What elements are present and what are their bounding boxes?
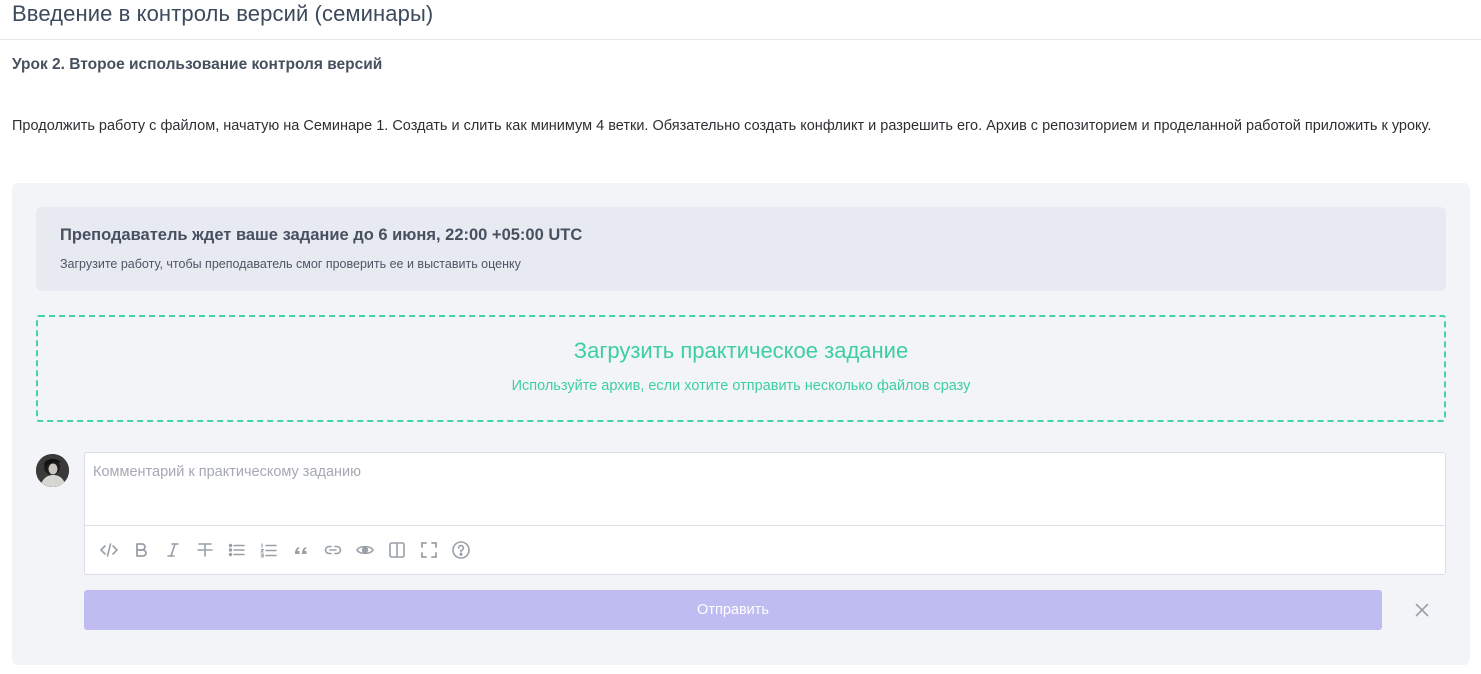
comment-input[interactable] (85, 453, 1445, 525)
deadline-notice: Преподаватель ждет ваше задание до 6 июн… (36, 207, 1446, 291)
quote-icon[interactable] (288, 537, 314, 563)
editor-toolbar (85, 525, 1445, 574)
numbered-list-icon[interactable] (256, 537, 282, 563)
lesson-description: Продолжить работу с файлом, начатую на С… (12, 118, 1432, 134)
code-icon[interactable] (96, 537, 122, 563)
bold-icon[interactable] (128, 537, 154, 563)
help-icon[interactable] (448, 537, 474, 563)
italic-icon[interactable] (160, 537, 186, 563)
bullet-list-icon[interactable] (224, 537, 250, 563)
side-by-side-icon[interactable] (384, 537, 410, 563)
lesson-title: Урок 2. Второе использование контроля ве… (12, 56, 383, 73)
comment-editor (84, 452, 1446, 575)
homework-panel: Преподаватель ждет ваше задание до 6 июн… (12, 183, 1470, 665)
upload-subtitle: Используйте архив, если хотите отправить… (511, 378, 971, 394)
send-button[interactable]: Отправить (84, 590, 1382, 630)
fullscreen-icon[interactable] (416, 537, 442, 563)
link-icon[interactable] (320, 537, 346, 563)
deadline-title: Преподаватель ждет ваше задание до 6 июн… (60, 226, 583, 244)
close-icon[interactable] (1412, 600, 1432, 620)
preview-icon[interactable] (352, 537, 378, 563)
avatar (36, 454, 69, 487)
upload-title: Загрузить практическое задание (573, 338, 909, 363)
page-title: Введение в контроль версий (семинары) (12, 1, 434, 26)
strikethrough-icon[interactable] (192, 537, 218, 563)
upload-dropzone[interactable]: Загрузить практическое задание Используй… (36, 315, 1446, 422)
page-header: Введение в контроль версий (семинары) (0, 0, 1481, 40)
deadline-subtitle: Загрузите работу, чтобы преподаватель см… (60, 257, 521, 271)
